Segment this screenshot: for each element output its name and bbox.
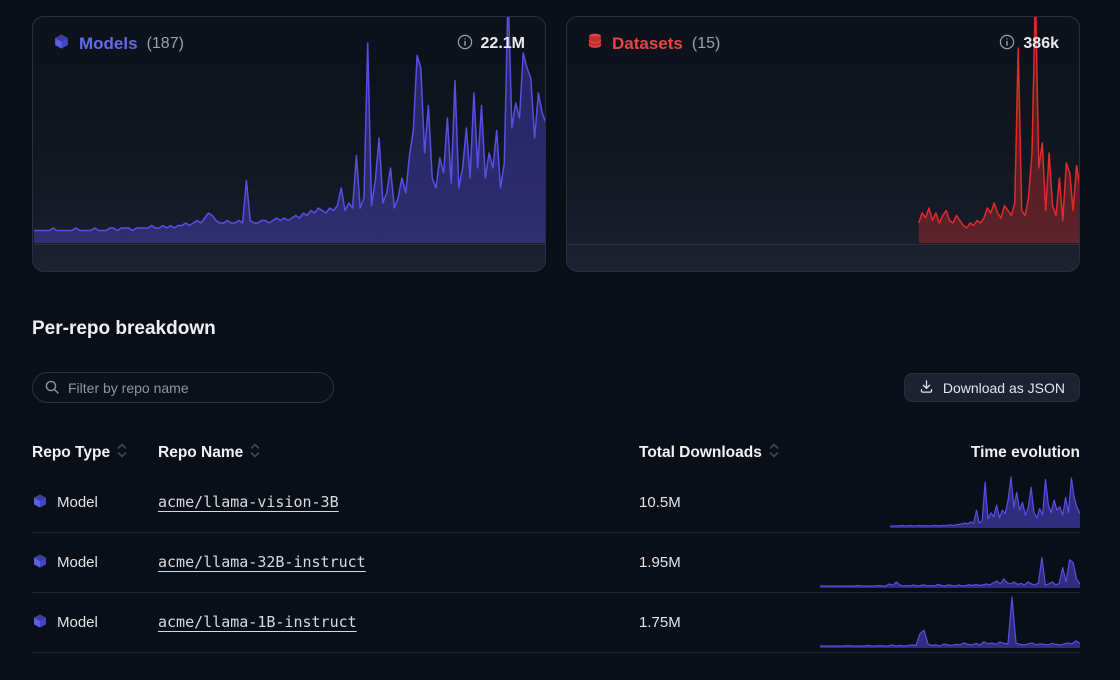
column-header-repo-name[interactable]: Repo Name xyxy=(158,443,639,463)
total-downloads-cell: 10.5M xyxy=(639,494,820,511)
repo-name-link[interactable]: acme/llama-vision-3B xyxy=(158,493,339,511)
download-json-button[interactable]: Download as JSON xyxy=(904,373,1080,402)
repo-downloads-sparkline xyxy=(820,595,1080,649)
repo-type-cell: Model xyxy=(32,553,158,573)
time-evolution-cell xyxy=(820,475,1080,529)
repo-type-cell: Model xyxy=(32,493,158,513)
download-json-label: Download as JSON xyxy=(943,380,1065,396)
repo-type-label: Model xyxy=(57,614,98,631)
models-total-downloads: 22.1M xyxy=(481,35,525,53)
table-row: Model acme/llama-vision-3B 10.5M xyxy=(32,473,1080,533)
database-icon xyxy=(587,33,603,55)
models-card: Models (187) 22.1M xyxy=(32,16,546,272)
sort-icon[interactable] xyxy=(117,443,127,463)
column-header-time-evolution: Time evolution xyxy=(820,444,1080,462)
search-icon xyxy=(44,379,60,400)
time-evolution-cell xyxy=(820,595,1080,649)
models-card-title: Models xyxy=(79,34,138,54)
table-header-row: Repo Type Repo Name Total Downloads xyxy=(32,433,1080,473)
table-row: Model acme/llama-32B-instruct 1.95M xyxy=(32,533,1080,593)
datasets-card-title: Datasets xyxy=(612,34,683,54)
dashboard-page: Models (187) 22.1M xyxy=(0,0,1120,653)
repo-type-label: Model xyxy=(57,554,98,571)
sort-icon[interactable] xyxy=(250,443,260,463)
table-body: Model acme/llama-vision-3B 10.5M Model a… xyxy=(32,473,1080,653)
time-evolution-cell xyxy=(820,535,1080,589)
column-header-total-downloads[interactable]: Total Downloads xyxy=(639,443,820,463)
cube-icon xyxy=(32,493,48,513)
per-repo-table: Repo Type Repo Name Total Downloads xyxy=(32,433,1080,653)
repo-filter-input[interactable] xyxy=(32,372,334,403)
repo-name-cell: acme/llama-1B-instruct xyxy=(158,613,639,632)
total-downloads-cell: 1.75M xyxy=(639,614,820,631)
datasets-card-count: (15) xyxy=(692,35,720,53)
repo-name-cell: acme/llama-vision-3B xyxy=(158,493,639,512)
total-downloads-cell: 1.95M xyxy=(639,554,820,571)
repo-downloads-sparkline xyxy=(820,535,1080,589)
download-icon xyxy=(919,379,934,397)
datasets-card: Datasets (15) 386k xyxy=(566,16,1080,272)
cube-icon xyxy=(32,553,48,573)
repo-name-cell: acme/llama-32B-instruct xyxy=(158,553,639,572)
stat-cards-row: Models (187) 22.1M xyxy=(32,16,1080,272)
column-header-repo-type[interactable]: Repo Type xyxy=(32,443,158,463)
cube-icon xyxy=(53,33,70,55)
repo-name-link[interactable]: acme/llama-32B-instruct xyxy=(158,553,366,571)
table-row: Model acme/llama-1B-instruct 1.75M xyxy=(32,593,1080,653)
filter-field-wrap xyxy=(32,372,334,403)
section-title: Per-repo breakdown xyxy=(32,318,1080,340)
info-icon[interactable] xyxy=(457,34,473,55)
models-card-count: (187) xyxy=(147,35,184,53)
sort-icon[interactable] xyxy=(769,443,779,463)
datasets-card-header: Datasets (15) 386k xyxy=(567,17,1079,55)
repo-name-link[interactable]: acme/llama-1B-instruct xyxy=(158,613,357,631)
table-controls: Download as JSON xyxy=(32,372,1080,403)
repo-type-cell: Model xyxy=(32,613,158,633)
repo-downloads-sparkline xyxy=(820,475,1080,529)
info-icon[interactable] xyxy=(999,34,1015,55)
cube-icon xyxy=(32,613,48,633)
models-card-header: Models (187) 22.1M xyxy=(33,17,545,55)
repo-type-label: Model xyxy=(57,494,98,511)
datasets-total-downloads: 386k xyxy=(1023,35,1059,53)
